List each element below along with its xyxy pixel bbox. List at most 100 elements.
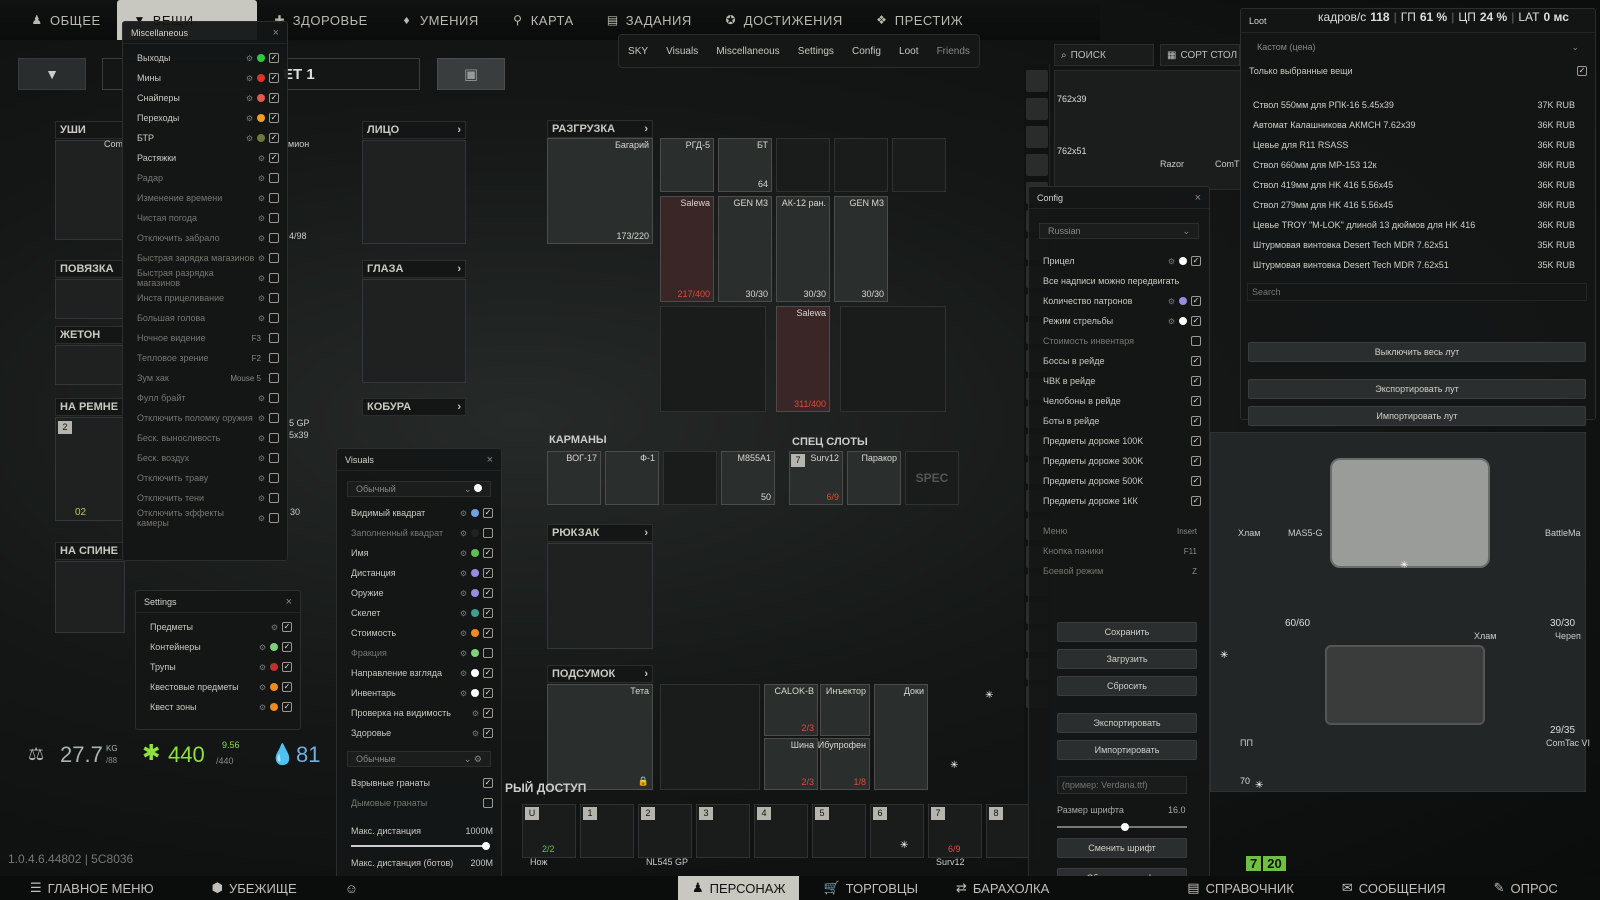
checkbox[interactable]: ✓ xyxy=(282,642,292,652)
slot-eyes[interactable] xyxy=(362,279,466,383)
gear-icon[interactable]: ⚙ xyxy=(258,494,265,503)
loot-search-input[interactable] xyxy=(1247,283,1587,301)
checkbox[interactable] xyxy=(269,413,279,423)
misc-option-row[interactable]: Переходы ⚙ ✓ xyxy=(123,108,287,128)
checkbox[interactable] xyxy=(269,433,279,443)
pouch-ibuprofen[interactable]: Ибупрофен 1/8 xyxy=(818,738,870,790)
gear-icon[interactable]: ⚙ xyxy=(258,474,265,483)
special-empty[interactable]: SPEC xyxy=(905,451,959,505)
gear-icon[interactable]: ⚙ xyxy=(246,114,253,123)
checkbox[interactable]: ✓ xyxy=(269,133,279,143)
submenu-misc[interactable]: Miscellaneous xyxy=(716,46,779,57)
bottom-nav-item[interactable]: ✉ СООБЩЕНИЯ xyxy=(1328,876,1460,900)
color-swatch[interactable] xyxy=(1179,297,1187,305)
checkbox[interactable]: ✓ xyxy=(483,688,493,698)
color-swatch[interactable] xyxy=(471,549,479,557)
checkbox[interactable]: ✓ xyxy=(269,153,279,163)
checkbox[interactable] xyxy=(269,393,279,403)
loot-list-item[interactable]: Штурмовая винтовка Desert Tech MDR 7.62x… xyxy=(1241,255,1595,275)
settings-option-row[interactable]: Квестовые предметы ⚙ ✓ xyxy=(136,677,300,697)
mag-gen-m3[interactable]: GEN M3 30/30 xyxy=(718,196,772,302)
slot-backpack[interactable] xyxy=(547,543,653,649)
misc-option-row[interactable]: Изменение времени ⚙ xyxy=(123,188,287,208)
config-option-row[interactable]: Челобоны в рейде ✓ xyxy=(1029,391,1209,411)
pouch-splint[interactable]: Шина 2/3 xyxy=(764,738,818,790)
pouch-injector[interactable]: Инъектор xyxy=(820,684,870,736)
color-swatch[interactable] xyxy=(471,689,479,697)
tool-icon[interactable] xyxy=(1026,126,1048,148)
misc-option-row[interactable]: Чистая погода ⚙ xyxy=(123,208,287,228)
visuals-grenade-row[interactable]: Дымовые гранаты xyxy=(337,793,501,813)
misc-option-row[interactable]: Ночное видение F3 xyxy=(123,328,287,348)
settings-option-row[interactable]: Предметы ⚙ ✓ xyxy=(136,617,300,637)
color-swatch[interactable] xyxy=(1179,257,1187,265)
checkbox[interactable]: ✓ xyxy=(1191,416,1201,426)
visuals-option-row[interactable]: Дистанция ⚙ ✓ xyxy=(337,563,501,583)
color-swatch[interactable] xyxy=(270,643,278,651)
misc-option-row[interactable]: Мины ⚙ ✓ xyxy=(123,68,287,88)
pouch-calok[interactable]: CALOK-B 2/3 xyxy=(764,684,818,736)
gear-icon[interactable]: ⚙ xyxy=(460,629,467,638)
tool-icon[interactable] xyxy=(1026,154,1048,176)
settings-option-row[interactable]: Трупы ⚙ ✓ xyxy=(136,657,300,677)
checkbox[interactable] xyxy=(269,313,279,323)
gear-icon[interactable]: ⚙ xyxy=(259,663,266,672)
hotkey-label[interactable]: Insert xyxy=(1177,527,1197,536)
bottom-nav-item[interactable]: ☺ xyxy=(331,876,378,900)
loot-list-item[interactable]: Автомат Калашникова АКМСН 7.62x39 36K RUB xyxy=(1241,115,1595,135)
bottom-nav-item[interactable]: ⬢ УБЕЖИЩЕ xyxy=(198,876,311,900)
checkbox[interactable]: ✓ xyxy=(1191,316,1201,326)
checkbox[interactable] xyxy=(1191,336,1201,346)
color-swatch[interactable] xyxy=(471,649,479,657)
gear-icon[interactable]: ⚙ xyxy=(259,643,266,652)
checkbox[interactable]: ✓ xyxy=(483,728,493,738)
color-swatch[interactable] xyxy=(270,663,278,671)
checkbox[interactable] xyxy=(269,373,279,383)
checkbox[interactable] xyxy=(269,173,279,183)
checkbox[interactable] xyxy=(483,798,493,808)
checkbox[interactable]: ✓ xyxy=(483,708,493,718)
visuals-option-row[interactable]: Направление взгляда ⚙ ✓ xyxy=(337,663,501,683)
color-swatch[interactable] xyxy=(471,529,479,537)
disable-all-loot-button[interactable]: Выключить весь лут xyxy=(1248,342,1586,362)
pouch-teta[interactable]: Тета 🔒 xyxy=(547,684,653,790)
misc-option-row[interactable]: Быстрая разрядка магазинов ⚙ xyxy=(123,268,287,288)
checkbox[interactable] xyxy=(269,473,279,483)
color-swatch[interactable] xyxy=(471,669,479,677)
config-key-row[interactable]: Кнопка паники F11 xyxy=(1029,541,1209,561)
loot-list-item[interactable]: Ствол 660мм для MP-153 12к 36K RUB xyxy=(1241,155,1595,175)
config-option-row[interactable]: Боты в рейде ✓ xyxy=(1029,411,1209,431)
config-panel-header[interactable]: Config × xyxy=(1029,187,1209,209)
visuals-panel-header[interactable]: Visuals × xyxy=(337,449,501,471)
color-swatch[interactable] xyxy=(257,114,265,122)
misc-option-row[interactable]: Зум хак Mouse 5 xyxy=(123,368,287,388)
slider-knob[interactable] xyxy=(1121,823,1129,831)
checkbox[interactable]: ✓ xyxy=(269,113,279,123)
bottom-nav-item[interactable]: ♟ ПЕРСОНАЖ xyxy=(677,876,800,900)
checkbox[interactable]: ✓ xyxy=(282,682,292,692)
loot-list-item[interactable]: Ствол 419мм для HK 416 5.56x45 36K RUB xyxy=(1241,175,1595,195)
mag-gen-m3[interactable]: GEN M3 30/30 xyxy=(834,196,888,302)
config-option-row[interactable]: Все надписи можно передвигать xyxy=(1029,271,1209,291)
gear-icon[interactable]: ⚙ xyxy=(460,509,467,518)
checkbox[interactable] xyxy=(269,233,279,243)
gear-icon[interactable]: ⚙ xyxy=(472,729,479,738)
pocket-f1[interactable]: Ф-1 xyxy=(605,451,659,505)
settings-option-row[interactable]: Квест зоны ⚙ ✓ xyxy=(136,697,300,717)
config-save-button[interactable]: Сохранить xyxy=(1057,622,1197,642)
medkit-salewa[interactable]: Salewa 217/400 xyxy=(660,196,714,302)
pocket-empty[interactable] xyxy=(663,451,717,505)
pouch-cell[interactable] xyxy=(660,684,760,790)
gear-icon[interactable]: ⚙ xyxy=(258,234,265,243)
misc-option-row[interactable]: Тепловое зрение F2 xyxy=(123,348,287,368)
gear-icon[interactable]: ⚙ xyxy=(1168,257,1175,266)
misc-option-row[interactable]: Растяжки ⚙ ✓ xyxy=(123,148,287,168)
checkbox[interactable]: ✓ xyxy=(282,662,292,672)
config-option-row[interactable]: Предметы дороже 1КК ✓ xyxy=(1029,491,1209,511)
bottom-nav-item[interactable]: 🛒 ТОРГОВЦЫ xyxy=(809,876,932,900)
color-swatch[interactable] xyxy=(471,589,479,597)
config-option-row[interactable]: Предметы дороже 100K ✓ xyxy=(1029,431,1209,451)
gear-icon[interactable]: ⚙ xyxy=(1168,317,1175,326)
checkbox[interactable] xyxy=(269,193,279,203)
color-swatch[interactable] xyxy=(270,703,278,711)
